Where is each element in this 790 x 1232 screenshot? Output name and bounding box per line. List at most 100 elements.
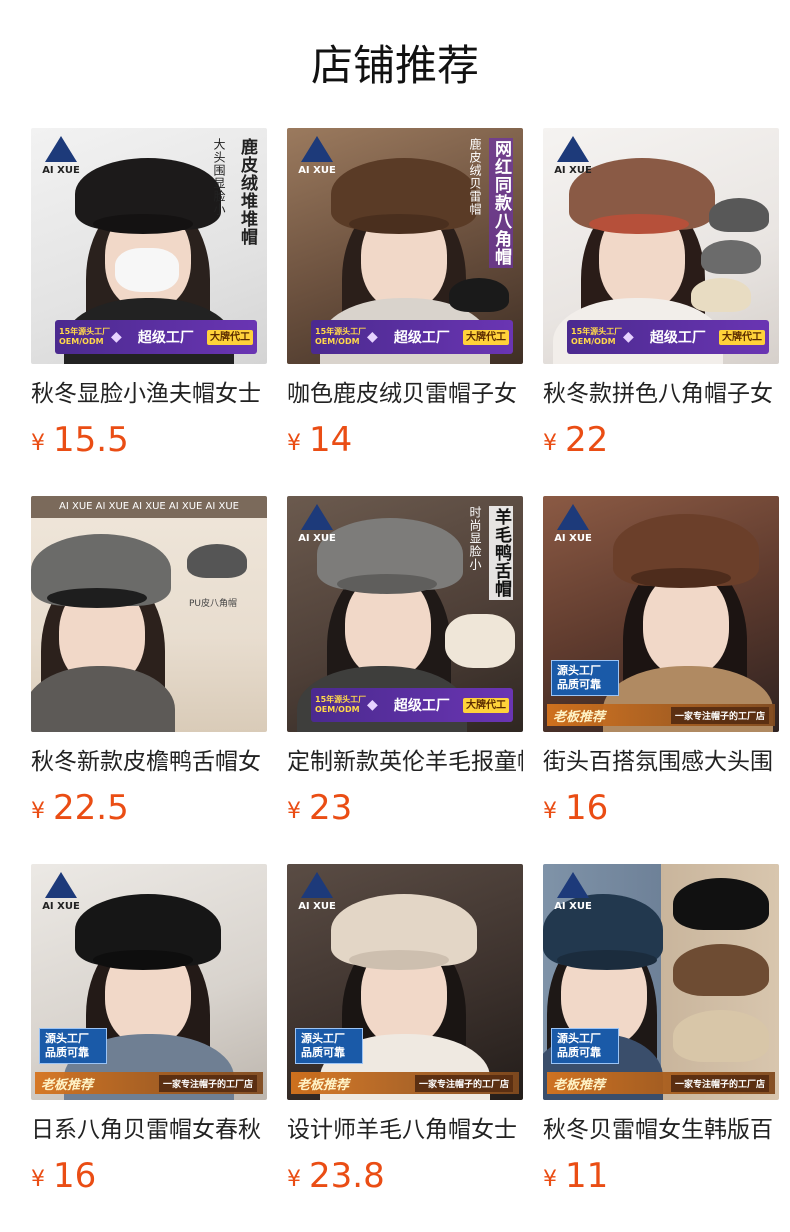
- currency-symbol: ¥: [31, 799, 45, 824]
- diamond-icon: ◆: [111, 329, 122, 345]
- hat-shape: [673, 944, 769, 996]
- product-price: ¥11: [543, 1156, 779, 1202]
- product-card[interactable]: AI XUE 网红同款八角帽 鹿皮绒贝雷帽 15年源头工厂 OEM/ODM ◆ …: [287, 128, 523, 466]
- hat-shape: [673, 878, 769, 930]
- image-tagline: 鹿皮绒堆堆帽: [237, 138, 257, 246]
- product-title[interactable]: 咖色鹿皮绒贝雷帽子女: [287, 378, 523, 410]
- quality-badge: 源头工厂 品质可靠: [551, 1028, 619, 1064]
- image-subtagline: 时尚显脸小: [468, 506, 482, 571]
- hat-brim: [93, 214, 193, 234]
- hat-shape: [445, 614, 515, 668]
- product-title[interactable]: 秋冬显脸小渔夫帽女士: [31, 378, 267, 410]
- image-tagline: 网红同款八角帽: [489, 138, 513, 268]
- hat-shape: [691, 278, 751, 312]
- product-price: ¥23.8: [287, 1156, 523, 1202]
- brand-logo: AI XUE: [551, 136, 595, 186]
- product-card[interactable]: AI XUE AI XUE AI XUE AI XUE AI XUE PU皮八角…: [31, 496, 267, 834]
- logo-text: AI XUE: [42, 901, 80, 912]
- product-card[interactable]: AI XUE 源头工厂 品质可靠 老板推荐 一家专注帽子的工厂店 设计师羊毛八角…: [287, 864, 523, 1202]
- banner-right: 大牌代工: [207, 329, 253, 345]
- diamond-icon: ◆: [623, 329, 634, 345]
- promo-banner: 15年源头工厂 OEM/ODM ◆ 超级工厂 大牌代工: [311, 320, 513, 354]
- currency-symbol: ¥: [287, 799, 301, 824]
- image-tagline: 羊毛鸭舌帽: [489, 506, 513, 600]
- hat-shape: [449, 278, 509, 312]
- promo-ribbon: 老板推荐 一家专注帽子的工厂店: [35, 1072, 263, 1094]
- product-card[interactable]: AI XUE 鹿皮绒堆堆帽 大头围显脸小 15年源头工厂 OEM/ODM ◆ 超…: [31, 128, 267, 466]
- logo-text: AI XUE: [298, 165, 336, 176]
- product-image[interactable]: AI XUE 15年源头工厂 OEM/ODM ◆ 超级工厂 大牌代工: [543, 128, 779, 364]
- ribbon-right: 一家专注帽子的工厂店: [414, 1074, 513, 1092]
- product-title[interactable]: 定制新款英伦羊毛报童帽: [287, 746, 523, 778]
- quality-badge: 源头工厂 品质可靠: [551, 660, 619, 696]
- product-card[interactable]: AI XUE 源头工厂 品质可靠 老板推荐 一家专注帽子的工厂店 街头百搭氛围感…: [543, 496, 779, 834]
- product-image[interactable]: AI XUE 源头工厂 品质可靠 老板推荐 一家专注帽子的工厂店: [543, 864, 779, 1100]
- hat-shape: [673, 1010, 769, 1062]
- product-title[interactable]: 秋冬新款皮檐鸭舌帽女: [31, 746, 267, 778]
- ribbon-right: 一家专注帽子的工厂店: [158, 1074, 257, 1092]
- banner-left: 15年源头工厂 OEM/ODM: [59, 327, 111, 346]
- brand-logo: AI XUE: [295, 136, 339, 186]
- product-image[interactable]: AI XUE 源头工厂 品质可靠 老板推荐 一家专注帽子的工厂店: [31, 864, 267, 1100]
- hat-brim: [349, 214, 449, 234]
- product-card[interactable]: AI XUE 15年源头工厂 OEM/ODM ◆ 超级工厂 大牌代工 秋冬款拼色…: [543, 128, 779, 466]
- quality-badge: 源头工厂 品质可靠: [295, 1028, 363, 1064]
- logo-text: AI XUE: [298, 901, 336, 912]
- product-price: ¥15.5: [31, 420, 267, 466]
- product-image[interactable]: AI XUE 源头工厂 品质可靠 老板推荐 一家专注帽子的工厂店: [287, 864, 523, 1100]
- product-image[interactable]: AI XUE AI XUE AI XUE AI XUE AI XUE PU皮八角…: [31, 496, 267, 732]
- ribbon-left: 老板推荐: [553, 1077, 606, 1093]
- brand-logo: AI XUE: [551, 504, 595, 554]
- price-value: 11: [565, 1156, 609, 1196]
- product-title[interactable]: 秋冬款拼色八角帽子女: [543, 378, 779, 410]
- brand-logo: AI XUE: [39, 136, 83, 186]
- product-price: ¥23: [287, 788, 523, 834]
- hat-brim: [337, 574, 437, 594]
- promo-ribbon: 老板推荐 一家专注帽子的工厂店: [547, 704, 775, 726]
- diamond-icon: ◆: [367, 329, 378, 345]
- product-price: ¥16: [543, 788, 779, 834]
- logo-text: AI XUE: [42, 165, 80, 176]
- product-price: ¥16: [31, 1156, 267, 1202]
- product-image[interactable]: AI XUE 羊毛鸭舌帽 时尚显脸小 15年源头工厂 OEM/ODM ◆ 超级工…: [287, 496, 523, 732]
- hat-brim: [631, 568, 731, 588]
- currency-symbol: ¥: [31, 1167, 45, 1192]
- product-title[interactable]: 秋冬贝雷帽女生韩版百: [543, 1114, 779, 1146]
- product-image[interactable]: AI XUE 网红同款八角帽 鹿皮绒贝雷帽 15年源头工厂 OEM/ODM ◆ …: [287, 128, 523, 364]
- product-card[interactable]: AI XUE 源头工厂 品质可靠 老板推荐 一家专注帽子的工厂店 秋冬贝雷帽女生…: [543, 864, 779, 1202]
- logo-text: AI XUE: [298, 533, 336, 544]
- price-value: 22: [565, 420, 609, 460]
- currency-symbol: ¥: [543, 431, 557, 456]
- hat-shape: [187, 544, 247, 578]
- product-image[interactable]: AI XUE 源头工厂 品质可靠 老板推荐 一家专注帽子的工厂店: [543, 496, 779, 732]
- currency-symbol: ¥: [543, 799, 557, 824]
- currency-symbol: ¥: [31, 431, 45, 456]
- promo-ribbon: 老板推荐 一家专注帽子的工厂店: [547, 1072, 775, 1094]
- price-value: 23.8: [309, 1156, 385, 1196]
- product-title[interactable]: 设计师羊毛八角帽女士: [287, 1114, 523, 1146]
- product-card[interactable]: AI XUE 源头工厂 品质可靠 老板推荐 一家专注帽子的工厂店 日系八角贝雷帽…: [31, 864, 267, 1202]
- banner-left: 15年源头工厂 OEM/ODM: [571, 327, 623, 346]
- currency-symbol: ¥: [287, 1167, 301, 1192]
- product-title[interactable]: 街头百搭氛围感大头围: [543, 746, 779, 778]
- price-value: 16: [565, 788, 609, 828]
- banner-right: 大牌代工: [719, 329, 765, 345]
- banner-right: 大牌代工: [463, 329, 509, 345]
- hat-shape: [709, 198, 769, 232]
- product-price: ¥22: [543, 420, 779, 466]
- banner-mid: 超级工厂: [393, 698, 450, 714]
- image-subtagline: 鹿皮绒贝雷帽: [468, 138, 482, 216]
- price-value: 23: [309, 788, 353, 828]
- hat-brim: [349, 950, 449, 970]
- promo-banner: 15年源头工厂 OEM/ODM ◆ 超级工厂 大牌代工: [311, 688, 513, 722]
- product-card[interactable]: AI XUE 羊毛鸭舌帽 时尚显脸小 15年源头工厂 OEM/ODM ◆ 超级工…: [287, 496, 523, 834]
- ribbon-right: 一家专注帽子的工厂店: [670, 1074, 769, 1092]
- hat-brim: [557, 950, 657, 970]
- hat-brim: [47, 588, 147, 608]
- logo-text: AI XUE: [554, 165, 592, 176]
- promo-banner: 15年源头工厂 OEM/ODM ◆ 超级工厂 大牌代工: [567, 320, 769, 354]
- ribbon-left: 老板推荐: [297, 1077, 350, 1093]
- promo-banner: 15年源头工厂 OEM/ODM ◆ 超级工厂 大牌代工: [55, 320, 257, 354]
- product-title[interactable]: 日系八角贝雷帽女春秋: [31, 1114, 267, 1146]
- product-image[interactable]: AI XUE 鹿皮绒堆堆帽 大头围显脸小 15年源头工厂 OEM/ODM ◆ 超…: [31, 128, 267, 364]
